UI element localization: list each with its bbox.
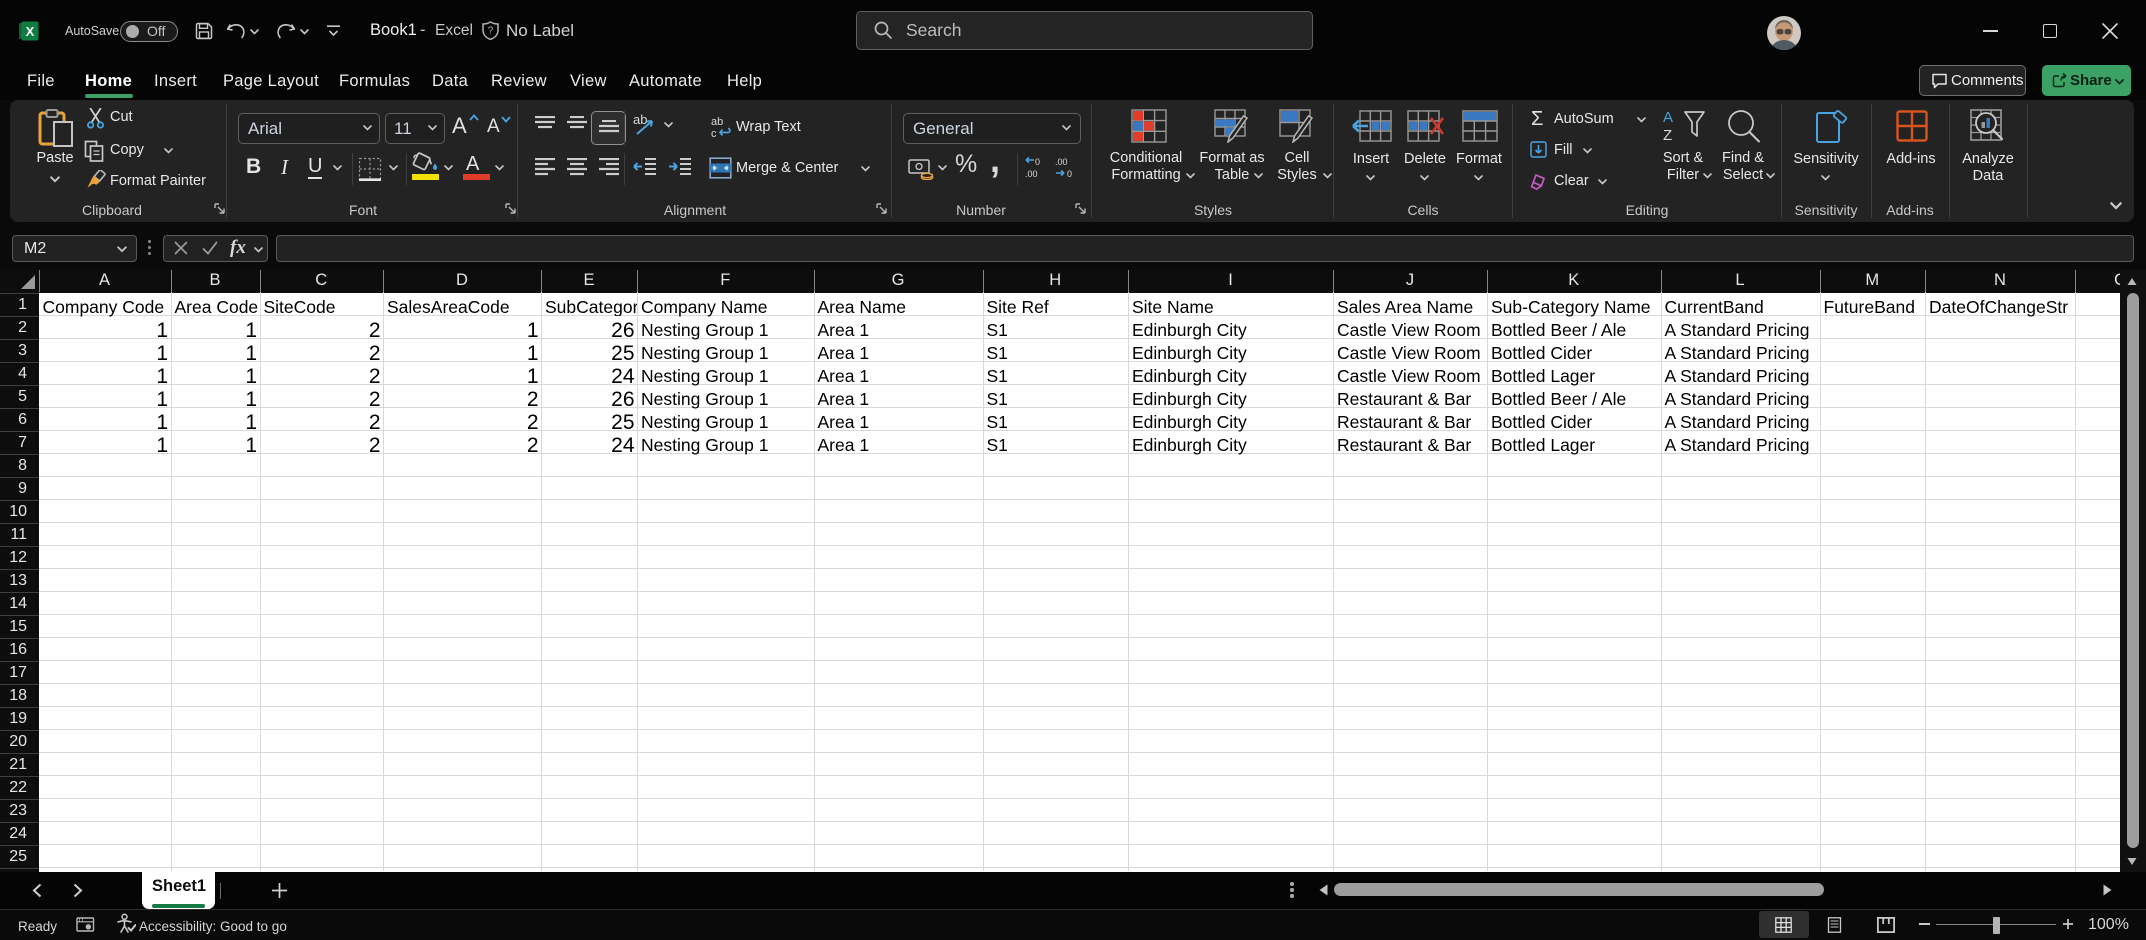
svg-text:ab: ab — [711, 116, 723, 128]
svg-text:0: 0 — [1067, 169, 1072, 179]
svg-text:?: ? — [488, 26, 494, 37]
svg-text:.00: .00 — [1025, 169, 1038, 179]
svg-text:.00: .00 — [1055, 157, 1068, 167]
svg-text:Z: Z — [1663, 127, 1672, 143]
svg-text:ab: ab — [633, 114, 647, 127]
svg-text:X: X — [26, 24, 35, 39]
svg-text:c: c — [711, 128, 717, 138]
svg-text:A: A — [1663, 109, 1673, 126]
svg-text:0: 0 — [1035, 157, 1040, 167]
